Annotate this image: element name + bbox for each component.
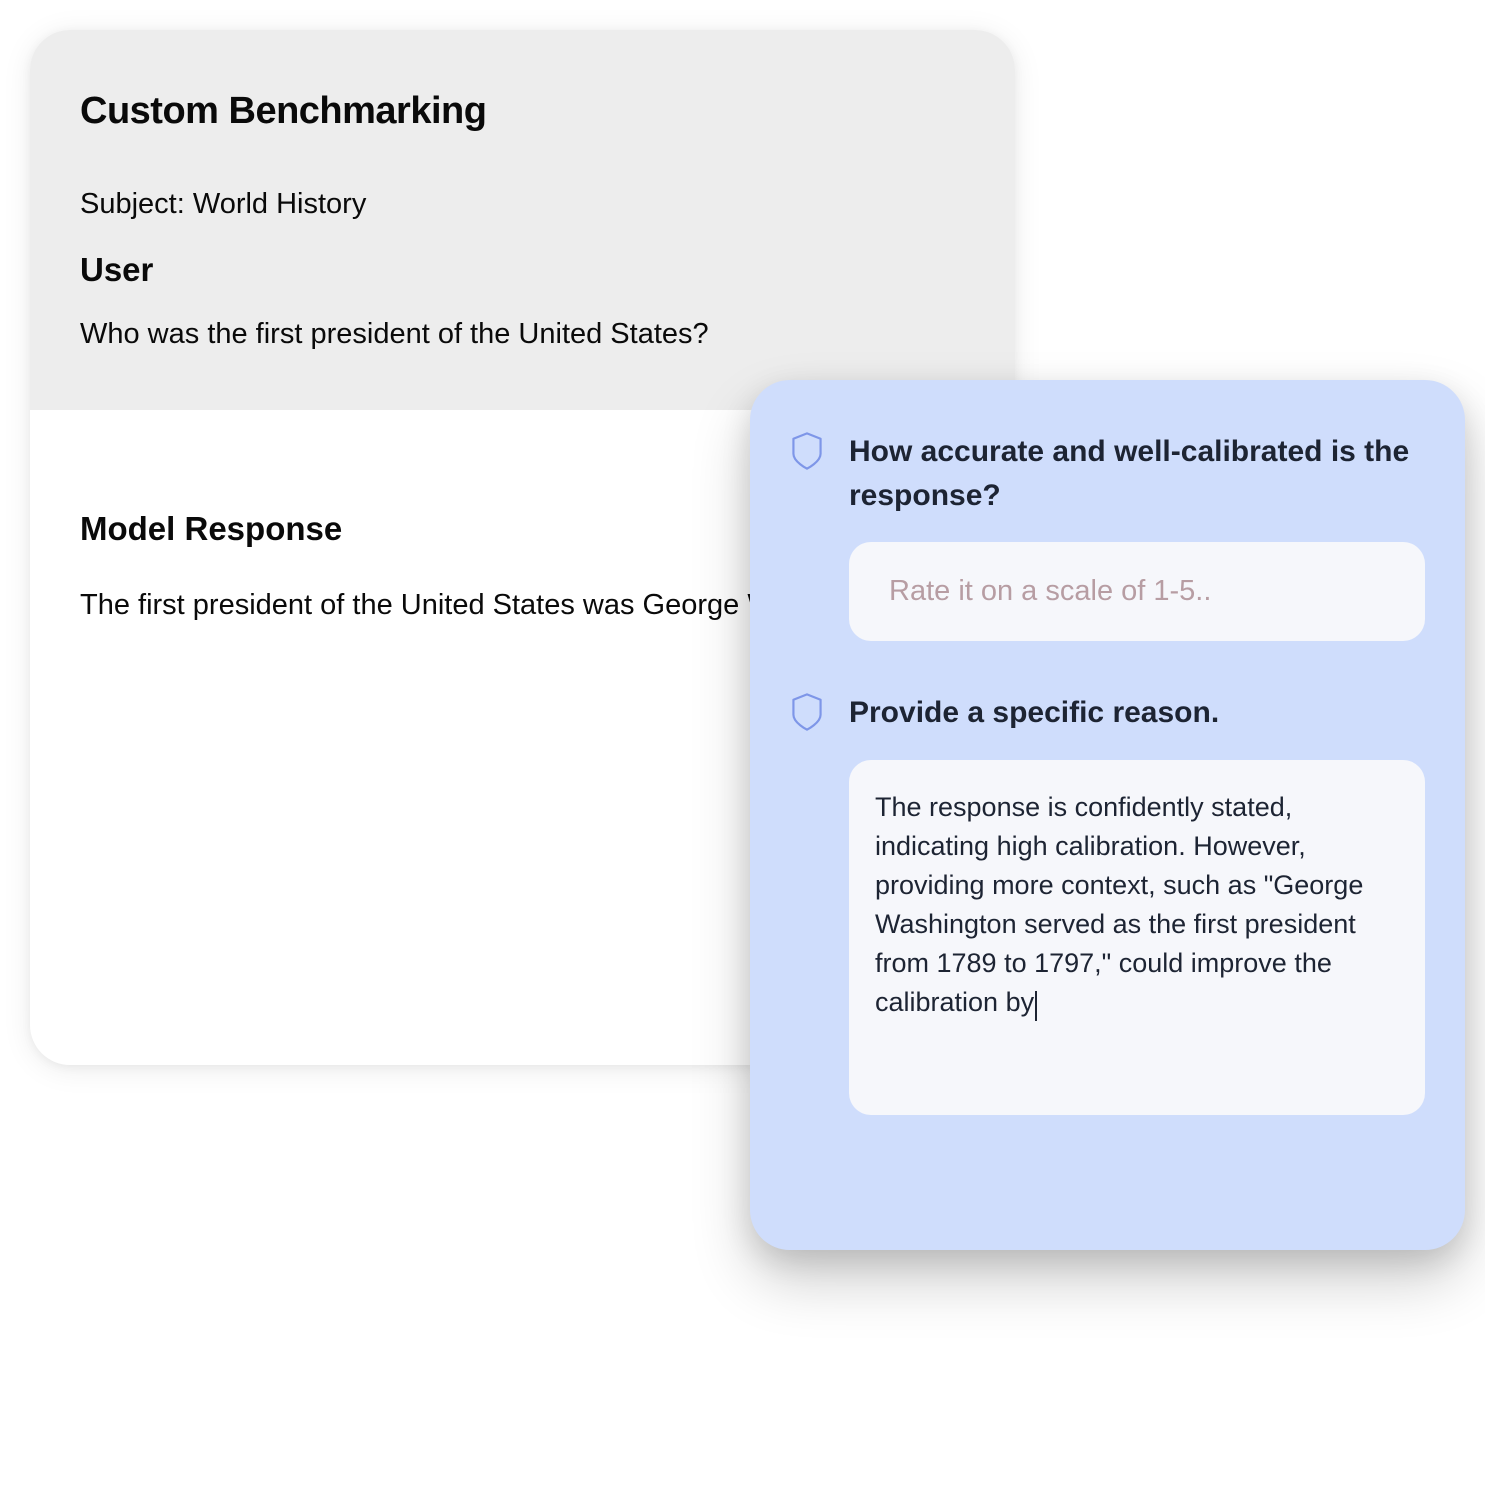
rating-scale-input[interactable]: Rate it on a scale of 1-5.. [849,542,1425,641]
header-section: Custom Benchmarking Subject: World Histo… [30,30,1015,410]
reason-prompt-text: Provide a specific reason. [849,691,1219,735]
accuracy-prompt-row: How accurate and well-calibrated is the … [790,430,1425,517]
shield-icon [790,693,824,731]
page-title: Custom Benchmarking [80,90,965,133]
rating-card: How accurate and well-calibrated is the … [750,380,1465,1250]
subject-line: Subject: World History [80,188,965,221]
shield-icon [790,432,824,470]
text-cursor [1035,991,1037,1021]
accuracy-prompt-text: How accurate and well-calibrated is the … [849,430,1425,517]
user-label: User [80,251,965,289]
reason-prompt-row: Provide a specific reason. [790,691,1425,735]
user-question: Who was the first president of the Unite… [80,314,965,355]
reason-textarea[interactable]: The response is confidently stated, indi… [849,760,1425,1115]
reason-text-value: The response is confidently stated, indi… [875,792,1363,1018]
